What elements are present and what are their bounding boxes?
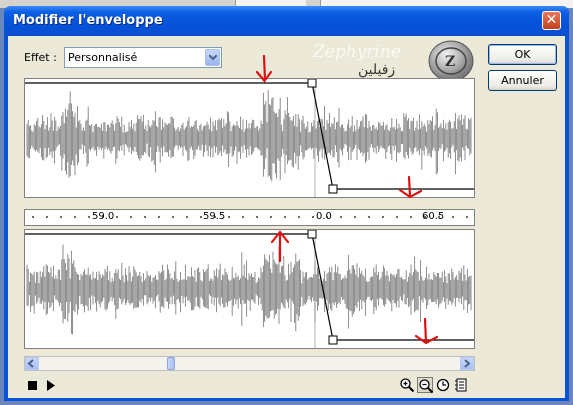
effect-select[interactable]: Personnalisé [64,47,222,68]
ruler-dot [116,216,118,218]
chevron-down-icon [209,55,217,61]
ruler-dot [340,216,342,218]
ruler-dot [298,216,300,218]
zoom-out-icon [419,379,434,394]
ruler-dot [144,216,146,218]
envelope-handle [328,335,338,345]
ruler-dot [354,216,356,218]
ruler-dot [396,216,398,218]
ruler-dot [242,216,244,218]
effect-label: Effet : [24,51,57,64]
zoom-in-button[interactable] [399,377,415,393]
envelope-dialog: Modifier l'enveloppe ✕ Effet : Personnal… [4,6,569,401]
zoom-in-icon [400,378,415,393]
ruler-dot [200,216,202,218]
ruler-dot [88,216,90,218]
watermark-arabic-text: زفيلين [358,62,396,78]
dialog-title: Modifier l'enveloppe [13,13,163,28]
effect-selected-value: Personnalisé [68,51,138,64]
chevron-right-icon [464,359,471,368]
ruler-tick-label: 60.5 [422,211,445,222]
ruler-dot [130,216,132,218]
ruler-dot [46,216,48,218]
ruler-tick-label: 59.0 [92,211,115,222]
ruler-dot [60,216,62,218]
ok-button[interactable]: OK [488,44,557,65]
annotation-arrow-down-icon [414,317,439,345]
zoom-full-button[interactable] [435,377,451,393]
ruler-dot [32,216,34,218]
watermark-text: Zephyrine [313,42,401,62]
ruler-tick-label: 59.5 [203,211,226,222]
ruler-dot [452,216,454,218]
svg-text:Z: Z [445,54,455,70]
dropdown-button[interactable] [205,49,220,66]
envelope-handle [328,184,338,194]
ruler-dot [382,216,384,218]
play-button[interactable] [43,378,58,393]
title-bar[interactable]: Modifier l'enveloppe ✕ [4,6,569,36]
stop-icon [28,381,37,390]
zoom-full-icon [436,378,450,392]
chevron-left-icon [27,359,34,368]
zoom-selection-button[interactable] [453,377,469,393]
ruler-tick-label: 0.0 [316,211,332,222]
ruler-dot [410,216,412,218]
dialog-client-area: Effet : Personnalisé OK Annuler Zephyrin… [8,36,565,398]
time-ruler[interactable]: 59.0 59.5 0.0 60.5 [24,209,475,226]
ruler-dot [466,216,468,218]
ruler-dot [74,216,76,218]
waveform-bottom-svg[interactable] [25,230,474,348]
zoom-out-button[interactable] [417,377,434,394]
annotation-arrow-down-icon [255,54,273,83]
annotation-arrow-down-icon [398,175,423,199]
ruler-dot [256,216,258,218]
envelope-handle [307,79,317,88]
cancel-button[interactable]: Annuler [488,70,557,91]
annotation-arrow-up-icon [270,230,290,263]
scroll-thumb[interactable] [167,357,176,370]
ruler-dot [312,216,314,218]
ruler-dot [284,216,286,218]
ruler-dot [368,216,370,218]
envelope-handle [307,230,317,239]
stop-button[interactable] [25,378,40,393]
zoom-selection-icon [455,378,467,392]
close-button[interactable]: ✕ [542,11,561,30]
ruler-dot [270,216,272,218]
ruler-dot [172,216,174,218]
waveform-channel-bottom[interactable] [24,229,475,349]
watermark-logo-icon: Z [428,40,474,82]
play-icon [47,380,55,391]
scroll-left-button[interactable] [25,357,39,370]
ruler-dot [186,216,188,218]
scroll-right-button[interactable] [460,357,474,370]
ruler-dot [158,216,160,218]
ruler-dot [228,216,230,218]
horizontal-scrollbar[interactable] [24,356,475,371]
